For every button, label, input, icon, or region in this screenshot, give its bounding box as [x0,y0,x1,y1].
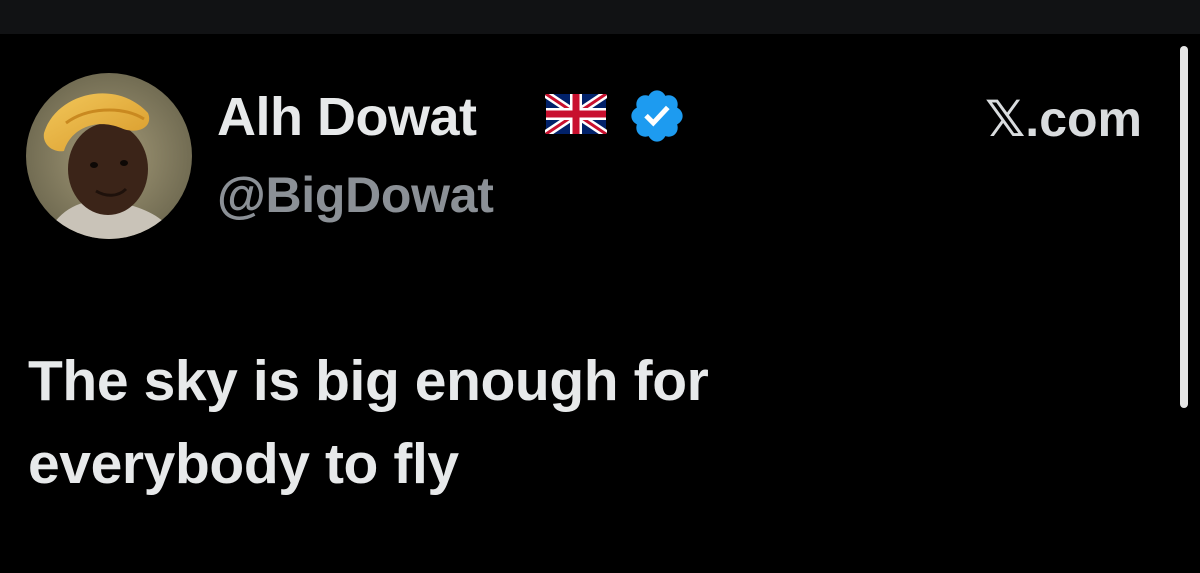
display-name[interactable]: Alh Dowat [217,84,477,150]
scrollbar[interactable] [1180,46,1188,408]
x-com-logo-label: 𝕏.com [985,91,1142,147]
tweet-screenshot: Alh Dowat @BigDowat 𝕏.com The sky is big… [0,0,1200,573]
verified-badge-icon[interactable] [627,86,687,146]
top-bar [0,0,1200,34]
user-handle[interactable]: @BigDowat [217,164,494,226]
tweet-text: The sky is big enough for everybody to f… [28,340,1148,506]
avatar[interactable] [26,73,192,239]
tweet-text-line: The sky is big enough for [28,349,709,413]
tweet-text-line: everybody to fly [28,432,459,496]
uk-flag-icon [543,90,609,138]
